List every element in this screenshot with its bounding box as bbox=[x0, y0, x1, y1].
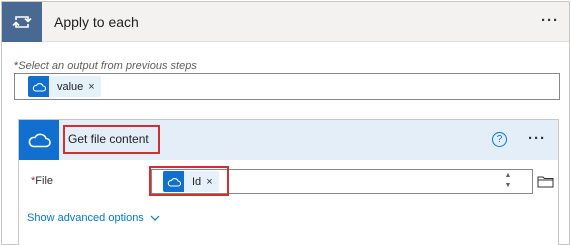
value-token[interactable]: value × bbox=[28, 76, 101, 97]
chevron-down-icon bbox=[150, 215, 160, 221]
get-file-content-card: Get file content ? ··· *File Id × ▲ ▼ Sh… bbox=[18, 119, 559, 245]
more-options-icon[interactable]: ··· bbox=[541, 13, 559, 28]
apply-to-each-card: Apply to each ··· *Select an output from… bbox=[1, 1, 570, 245]
show-advanced-options-link[interactable]: Show advanced options bbox=[27, 212, 160, 224]
folder-picker-icon[interactable] bbox=[533, 169, 558, 194]
spinner-up-icon[interactable]: ▲ bbox=[503, 171, 513, 181]
more-options-icon[interactable]: ··· bbox=[528, 131, 546, 146]
spinner-down-icon[interactable]: ▼ bbox=[503, 181, 513, 191]
file-label: *File bbox=[31, 175, 53, 187]
spinner-control[interactable]: ▲ ▼ bbox=[503, 171, 513, 191]
remove-token-icon[interactable]: × bbox=[88, 81, 100, 93]
field-highlight-box bbox=[149, 166, 229, 196]
select-output-label-text: Select an output from previous steps bbox=[18, 60, 197, 72]
onedrive-icon bbox=[19, 120, 59, 160]
select-output-field[interactable]: value × bbox=[14, 73, 560, 100]
select-output-label: *Select an output from previous steps bbox=[14, 60, 197, 72]
help-icon[interactable]: ? bbox=[492, 132, 507, 147]
advanced-options-label: Show advanced options bbox=[27, 212, 144, 224]
onedrive-cloud-icon bbox=[28, 76, 49, 97]
apply-to-each-header[interactable]: Apply to each ··· bbox=[2, 2, 569, 42]
file-label-text: File bbox=[35, 175, 54, 187]
loop-icon bbox=[2, 2, 42, 42]
apply-to-each-title: Apply to each bbox=[54, 14, 139, 30]
title-highlight-box bbox=[63, 125, 160, 154]
get-file-content-header[interactable]: Get file content ? ··· bbox=[19, 120, 558, 160]
value-token-label: value bbox=[57, 80, 84, 93]
